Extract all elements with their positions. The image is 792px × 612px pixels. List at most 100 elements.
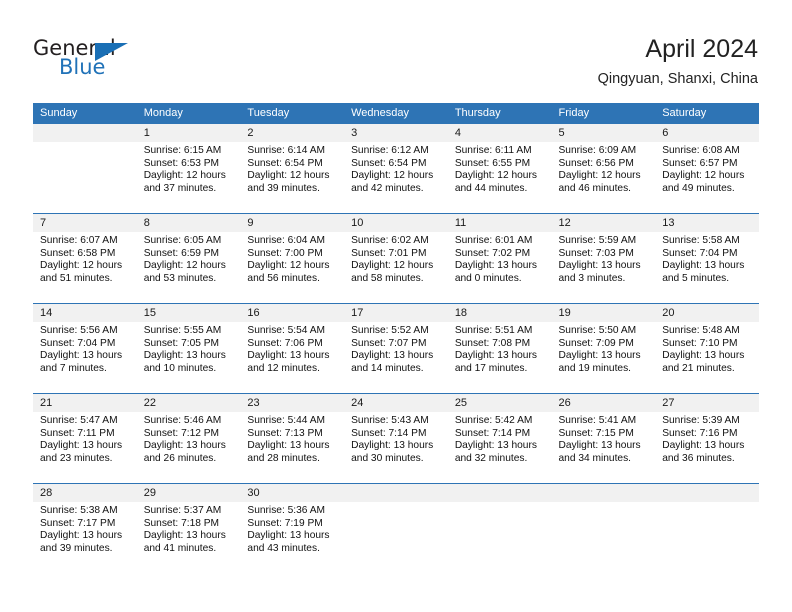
- day-cell[interactable]: [344, 484, 448, 573]
- daylight-text-line2: and 43 minutes.: [247, 542, 320, 554]
- daylight-text-line2: and 30 minutes.: [351, 452, 424, 464]
- sunrise-text: Sunrise: 5:59 AM: [558, 235, 637, 246]
- day-number: 12: [551, 214, 656, 232]
- daylight-text-line1: Daylight: 13 hours: [247, 350, 330, 362]
- day-cell[interactable]: 24 Sunrise: 5:43 AM Sunset: 7:14 PM Dayl…: [344, 394, 448, 483]
- day-cell[interactable]: 29 Sunrise: 5:37 AM Sunset: 7:18 PM Dayl…: [136, 484, 241, 573]
- day-details: Sunrise: 5:39 AM Sunset: 7:16 PM Dayligh…: [655, 412, 759, 465]
- sunrise-text: Sunrise: 5:44 AM: [247, 415, 325, 426]
- day-cell[interactable]: [447, 484, 552, 573]
- day-cell[interactable]: 23 Sunrise: 5:44 AM Sunset: 7:13 PM Dayl…: [240, 394, 345, 483]
- calendar-week-row: 14 Sunrise: 5:56 AM Sunset: 7:04 PM Dayl…: [33, 303, 759, 393]
- day-cell[interactable]: 2 Sunrise: 6:14 AM Sunset: 6:54 PM Dayli…: [240, 124, 345, 213]
- day-cell[interactable]: 14 Sunrise: 5:56 AM Sunset: 7:04 PM Dayl…: [33, 304, 137, 393]
- day-cell[interactable]: 13 Sunrise: 5:58 AM Sunset: 7:04 PM Dayl…: [655, 214, 759, 303]
- day-details: Sunrise: 6:12 AM Sunset: 6:54 PM Dayligh…: [344, 142, 448, 195]
- daylight-text-line1: Daylight: 13 hours: [662, 350, 745, 362]
- sunset-text: Sunset: 6:57 PM: [662, 157, 738, 169]
- day-cell[interactable]: 10 Sunrise: 6:02 AM Sunset: 7:01 PM Dayl…: [344, 214, 448, 303]
- sunset-text: Sunset: 7:04 PM: [662, 247, 738, 259]
- day-cell[interactable]: 22 Sunrise: 5:46 AM Sunset: 7:12 PM Dayl…: [136, 394, 241, 483]
- day-number: 10: [344, 214, 448, 232]
- sunset-text: Sunset: 6:58 PM: [40, 247, 116, 259]
- day-cell[interactable]: 21 Sunrise: 5:47 AM Sunset: 7:11 PM Dayl…: [33, 394, 137, 483]
- day-cell[interactable]: 4 Sunrise: 6:11 AM Sunset: 6:55 PM Dayli…: [447, 124, 552, 213]
- general-blue-logo[interactable]: General Blue: [33, 36, 173, 84]
- day-cell[interactable]: 12 Sunrise: 5:59 AM Sunset: 7:03 PM Dayl…: [551, 214, 656, 303]
- day-cell[interactable]: 27 Sunrise: 5:39 AM Sunset: 7:16 PM Dayl…: [655, 394, 759, 483]
- sunset-text: Sunset: 7:18 PM: [143, 517, 220, 529]
- day-details: Sunrise: 5:36 AM Sunset: 7:19 PM Dayligh…: [240, 502, 344, 555]
- day-cell[interactable]: 11 Sunrise: 6:01 AM Sunset: 7:02 PM Dayl…: [447, 214, 552, 303]
- daylight-text-line1: Daylight: 13 hours: [143, 530, 226, 542]
- day-details: Sunrise: 5:46 AM Sunset: 7:12 PM Dayligh…: [137, 412, 241, 465]
- daylight-text-line2: and 23 minutes.: [40, 452, 113, 464]
- day-cell[interactable]: 17 Sunrise: 5:52 AM Sunset: 7:07 PM Dayl…: [344, 304, 448, 393]
- daylight-text-line1: Daylight: 13 hours: [40, 440, 123, 452]
- logo-text-blue: Blue: [59, 55, 106, 79]
- sunset-text: Sunset: 7:19 PM: [247, 517, 323, 529]
- sunrise-text: Sunrise: 5:46 AM: [143, 415, 222, 426]
- daylight-text-line1: Daylight: 12 hours: [351, 260, 434, 272]
- day-number: [33, 124, 137, 142]
- day-cell[interactable]: [655, 484, 759, 573]
- day-cell[interactable]: 6 Sunrise: 6:08 AM Sunset: 6:57 PM Dayli…: [655, 124, 759, 213]
- daylight-text-line1: Daylight: 12 hours: [558, 170, 641, 182]
- weekday-header-sunday: Sunday: [40, 107, 78, 119]
- day-cell[interactable]: 30 Sunrise: 5:36 AM Sunset: 7:19 PM Dayl…: [240, 484, 345, 573]
- day-cell[interactable]: [551, 484, 656, 573]
- daylight-text-line2: and 5 minutes.: [662, 272, 730, 284]
- calendar-page: General Blue April 2024 Qingyuan, Shanxi…: [0, 0, 792, 612]
- sunset-text: Sunset: 7:01 PM: [351, 247, 427, 259]
- sunrise-text: Sunrise: 5:52 AM: [351, 325, 429, 336]
- day-cell[interactable]: 1 Sunrise: 6:15 AM Sunset: 6:53 PM Dayli…: [136, 124, 241, 213]
- day-cell[interactable]: 5 Sunrise: 6:09 AM Sunset: 6:56 PM Dayli…: [551, 124, 656, 213]
- day-cell[interactable]: 20 Sunrise: 5:48 AM Sunset: 7:10 PM Dayl…: [655, 304, 759, 393]
- day-cell[interactable]: 7 Sunrise: 6:07 AM Sunset: 6:58 PM Dayli…: [33, 214, 137, 303]
- day-details: Sunrise: 6:09 AM Sunset: 6:56 PM Dayligh…: [552, 142, 656, 195]
- weekday-header-wednesday: Wednesday: [351, 107, 409, 119]
- calendar-week-row: 21 Sunrise: 5:47 AM Sunset: 7:11 PM Dayl…: [33, 393, 759, 483]
- daylight-text-line1: Daylight: 13 hours: [40, 530, 123, 542]
- daylight-text-line1: Daylight: 13 hours: [247, 440, 330, 452]
- sunrise-text: Sunrise: 6:14 AM: [247, 145, 325, 156]
- day-cell[interactable]: [33, 124, 137, 213]
- sunset-text: Sunset: 7:09 PM: [558, 337, 634, 349]
- day-cell[interactable]: 3 Sunrise: 6:12 AM Sunset: 6:54 PM Dayli…: [344, 124, 448, 213]
- sunrise-text: Sunrise: 5:51 AM: [454, 325, 533, 336]
- daylight-text-line2: and 14 minutes.: [351, 362, 424, 374]
- sunrise-text: Sunrise: 5:36 AM: [247, 505, 325, 516]
- day-cell[interactable]: 8 Sunrise: 6:05 AM Sunset: 6:59 PM Dayli…: [136, 214, 241, 303]
- day-details: Sunrise: 6:15 AM Sunset: 6:53 PM Dayligh…: [137, 142, 241, 195]
- sunrise-text: Sunrise: 5:48 AM: [662, 325, 740, 336]
- sunset-text: Sunset: 7:16 PM: [662, 427, 738, 439]
- day-number: 19: [551, 304, 656, 322]
- daylight-text-line2: and 39 minutes.: [247, 182, 320, 194]
- weekday-header-monday: Monday: [143, 107, 183, 119]
- sunrise-text: Sunrise: 5:47 AM: [40, 415, 118, 426]
- daylight-text-line1: Daylight: 13 hours: [143, 350, 226, 362]
- day-number: 11: [447, 214, 552, 232]
- day-cell[interactable]: 19 Sunrise: 5:50 AM Sunset: 7:09 PM Dayl…: [551, 304, 656, 393]
- page-title: April 2024: [645, 35, 758, 63]
- day-cell[interactable]: 25 Sunrise: 5:42 AM Sunset: 7:14 PM Dayl…: [447, 394, 552, 483]
- daylight-text-line2: and 17 minutes.: [454, 362, 528, 374]
- sunset-text: Sunset: 6:53 PM: [143, 157, 220, 169]
- sunrise-text: Sunrise: 5:54 AM: [247, 325, 325, 336]
- day-cell[interactable]: 16 Sunrise: 5:54 AM Sunset: 7:06 PM Dayl…: [240, 304, 345, 393]
- day-cell[interactable]: 15 Sunrise: 5:55 AM Sunset: 7:05 PM Dayl…: [136, 304, 241, 393]
- day-details: Sunrise: 6:04 AM Sunset: 7:00 PM Dayligh…: [240, 232, 344, 285]
- daylight-text-line2: and 41 minutes.: [143, 542, 217, 554]
- day-details: Sunrise: 5:52 AM Sunset: 7:07 PM Dayligh…: [344, 322, 448, 375]
- sunrise-text: Sunrise: 6:07 AM: [40, 235, 118, 246]
- daylight-text-line1: Daylight: 13 hours: [558, 440, 641, 452]
- day-cell[interactable]: 18 Sunrise: 5:51 AM Sunset: 7:08 PM Dayl…: [447, 304, 552, 393]
- day-details: Sunrise: 5:50 AM Sunset: 7:09 PM Dayligh…: [552, 322, 656, 375]
- day-cell[interactable]: 28 Sunrise: 5:38 AM Sunset: 7:17 PM Dayl…: [33, 484, 137, 573]
- day-number: 28: [33, 484, 137, 502]
- day-cell[interactable]: 9 Sunrise: 6:04 AM Sunset: 7:00 PM Dayli…: [240, 214, 345, 303]
- day-number: 30: [240, 484, 345, 502]
- day-details: Sunrise: 6:01 AM Sunset: 7:02 PM Dayligh…: [448, 232, 552, 285]
- daylight-text-line2: and 39 minutes.: [40, 542, 113, 554]
- day-cell[interactable]: 26 Sunrise: 5:41 AM Sunset: 7:15 PM Dayl…: [551, 394, 656, 483]
